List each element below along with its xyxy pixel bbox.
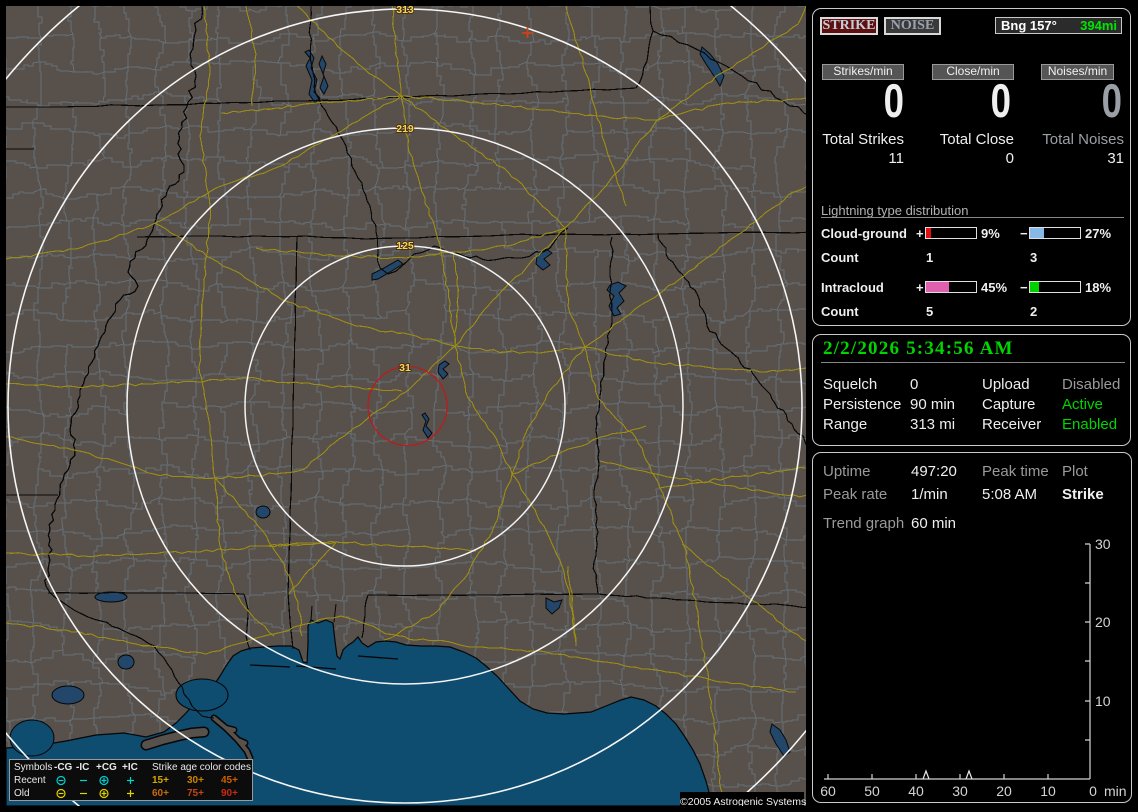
svg-text:20: 20 — [996, 783, 1012, 799]
svg-text:0: 0 — [1089, 783, 1097, 799]
svg-text:30: 30 — [1095, 536, 1111, 552]
svg-text:50: 50 — [864, 783, 880, 799]
svg-text:40: 40 — [908, 783, 924, 799]
svg-text:31: 31 — [399, 362, 411, 374]
svg-text:30: 30 — [952, 783, 968, 799]
svg-text:125: 125 — [396, 240, 414, 252]
svg-text:60: 60 — [820, 783, 836, 799]
svg-text:10: 10 — [1095, 693, 1111, 709]
svg-text:20: 20 — [1095, 614, 1111, 630]
svg-text:219: 219 — [396, 123, 414, 135]
svg-text:min: min — [1104, 783, 1127, 799]
svg-text:10: 10 — [1040, 783, 1056, 799]
svg-text:313: 313 — [396, 6, 414, 16]
